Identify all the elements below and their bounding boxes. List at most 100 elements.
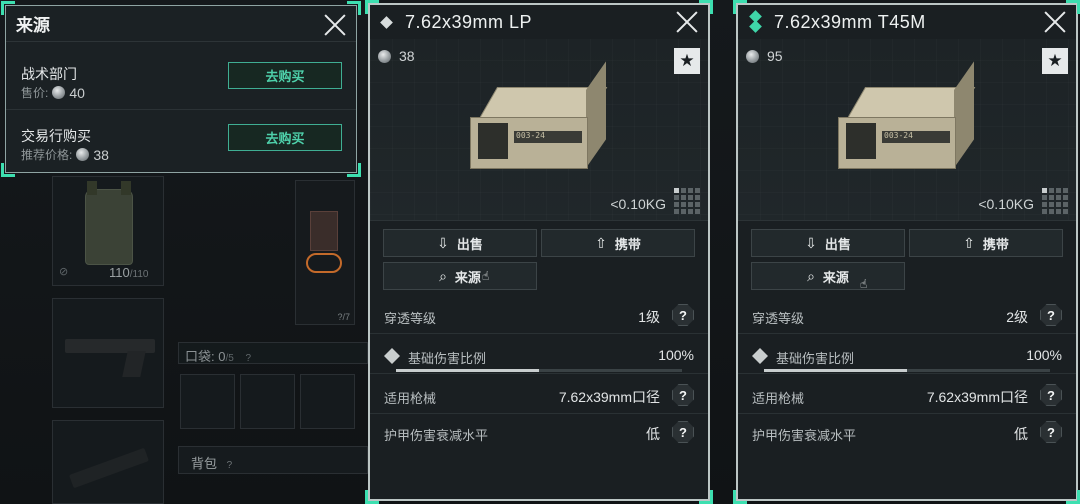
item-title: 7.62x39mm LP — [405, 11, 533, 32]
slot-count-label: ?/7 — [337, 312, 350, 322]
help-icon[interactable]: ? — [1040, 304, 1062, 326]
ammo-box-image: 003-24 — [838, 61, 978, 169]
damage-bar — [764, 369, 1050, 372]
item-detail-panel: 7.62x39mm T45M 95 ★ 003-24 <0.10KG ⇩ 出售 ⇧… — [736, 3, 1078, 501]
help-icon[interactable]: ? — [1040, 384, 1062, 406]
pouch-item-image — [310, 211, 338, 251]
help-icon[interactable]: ? — [672, 304, 694, 326]
pointer-cursor-icon: ☝ — [482, 269, 490, 283]
coin-icon — [746, 49, 759, 63]
help-icon[interactable]: ? — [1040, 421, 1062, 443]
frame-corner — [347, 1, 361, 15]
frame-corner — [699, 490, 713, 504]
item-price: 95 — [746, 48, 783, 64]
pointer-cursor-icon: ☝ — [860, 277, 868, 291]
coin-icon — [76, 148, 90, 161]
item-weight: <0.10KG — [610, 196, 666, 212]
help-icon[interactable]: ? — [672, 384, 694, 406]
armor-vest-image — [79, 181, 139, 271]
source-row: 交易行购买 推荐价格: 38 去购买 — [6, 110, 356, 172]
melee-slot[interactable] — [52, 420, 164, 504]
pistol-image — [65, 335, 155, 377]
item-size-grid-icon — [674, 188, 700, 214]
source-header: 来源 — [6, 6, 356, 42]
source-button[interactable]: ⌕ 来源 — [751, 262, 905, 290]
item-weight: <0.10KG — [978, 196, 1034, 212]
panel-header: 7.62x39mm LP — [370, 5, 708, 39]
frame-corner — [1066, 490, 1080, 504]
panel-header: 7.62x39mm T45M — [738, 5, 1076, 39]
item-title: 7.62x39mm T45M — [774, 11, 926, 32]
close-icon[interactable] — [676, 11, 698, 33]
pouch-row: 口袋: 0/5 ? — [178, 342, 368, 364]
damage-bar — [396, 369, 682, 372]
source-title: 来源 — [16, 16, 50, 35]
penetration-stat: 穿透等级 2级 ? — [738, 298, 1076, 334]
damage-icon — [384, 348, 400, 364]
search-icon: ⌕ — [807, 267, 815, 284]
upload-icon: ⇧ — [595, 234, 607, 251]
source-popup: 来源 战术部门 售价: 40 去购买 交易行购买 推荐价格: 38 去购买 — [5, 5, 357, 173]
armor-reduction-stat: 护甲伤害衰减水平 低 ? — [738, 415, 1076, 451]
armor-reduction-stat: 护甲伤害衰减水平 低 ? — [370, 415, 708, 451]
carry-button[interactable]: ⇧ 携带 — [541, 229, 695, 257]
pistol-slot[interactable] — [52, 298, 164, 408]
sell-button[interactable]: ⇩ 出售 — [383, 229, 537, 257]
frame-corner — [1, 1, 15, 15]
weapon-stat: 适用枪械 7.62x39mm口径 ? — [370, 378, 708, 414]
source-name: 交易行购买 — [21, 128, 91, 144]
frame-corner — [365, 490, 379, 504]
damage-stat: 基础伤害比例 100% — [738, 338, 1076, 374]
favorite-star-icon[interactable]: ★ — [1042, 48, 1068, 74]
knife-image — [69, 447, 149, 489]
pouch-slot-1[interactable] — [180, 374, 235, 429]
rarity-diamond-icon — [749, 9, 762, 35]
damage-stat: 基础伤害比例 100% — [370, 338, 708, 374]
item-size-grid-icon — [1042, 188, 1068, 214]
search-icon: ⌕ — [439, 267, 447, 284]
help-icon[interactable]: ? — [672, 421, 694, 443]
item-preview: 95 ★ 003-24 <0.10KG — [738, 39, 1076, 221]
carry-button[interactable]: ⇧ 携带 — [909, 229, 1063, 257]
coin-icon — [378, 49, 391, 63]
frame-corner — [1066, 0, 1080, 14]
upload-icon: ⇧ — [963, 234, 975, 251]
favorite-star-icon[interactable]: ★ — [674, 48, 700, 74]
scissors-item-image — [306, 253, 342, 273]
source-row: 战术部门 售价: 40 去购买 — [6, 48, 356, 110]
pouch-slot-3[interactable] — [300, 374, 355, 429]
armor-slot[interactable]: ⊘ 110/110 — [52, 176, 164, 286]
source-button[interactable]: ⌕ 来源 — [383, 262, 537, 290]
coin-icon — [52, 86, 66, 99]
damage-icon — [752, 348, 768, 364]
weapon-stat: 适用枪械 7.62x39mm口径 ? — [738, 378, 1076, 414]
frame-corner — [365, 0, 379, 14]
bag-item-slot[interactable]: ?/7 — [295, 180, 355, 325]
ammo-box-image: 003-24 — [470, 61, 610, 169]
source-price: 推荐价格: 38 — [21, 146, 109, 163]
frame-corner — [347, 163, 361, 177]
rarity-diamond-icon — [380, 15, 393, 29]
source-price: 售价: 40 — [21, 84, 85, 101]
frame-corner — [699, 0, 713, 14]
sell-button[interactable]: ⇩ 出售 — [751, 229, 905, 257]
buy-button[interactable]: 去购买 — [228, 62, 342, 89]
close-icon[interactable] — [1044, 11, 1066, 33]
source-name: 战术部门 — [21, 66, 77, 82]
item-price: 38 — [378, 48, 415, 64]
sell-icon: ⇩ — [805, 234, 817, 251]
item-detail-panel: 7.62x39mm LP 38 ★ 003-24 <0.10KG ⇩ 出售 ⇧ 携带… — [368, 3, 710, 501]
close-icon[interactable] — [324, 14, 346, 36]
broken-icon: ⊘ — [59, 266, 69, 278]
background-list-strip — [712, 60, 732, 320]
sell-icon: ⇩ — [437, 234, 449, 251]
pouch-slot-2[interactable] — [240, 374, 295, 429]
backpack-row: 背包 ? — [178, 446, 368, 474]
buy-button[interactable]: 去购买 — [228, 124, 342, 151]
frame-corner — [1, 163, 15, 177]
frame-corner — [733, 0, 747, 14]
penetration-stat: 穿透等级 1级 ? — [370, 298, 708, 334]
item-preview: 38 ★ 003-24 <0.10KG — [370, 39, 708, 221]
armor-durability: 110/110 — [109, 265, 149, 280]
frame-corner — [733, 490, 747, 504]
